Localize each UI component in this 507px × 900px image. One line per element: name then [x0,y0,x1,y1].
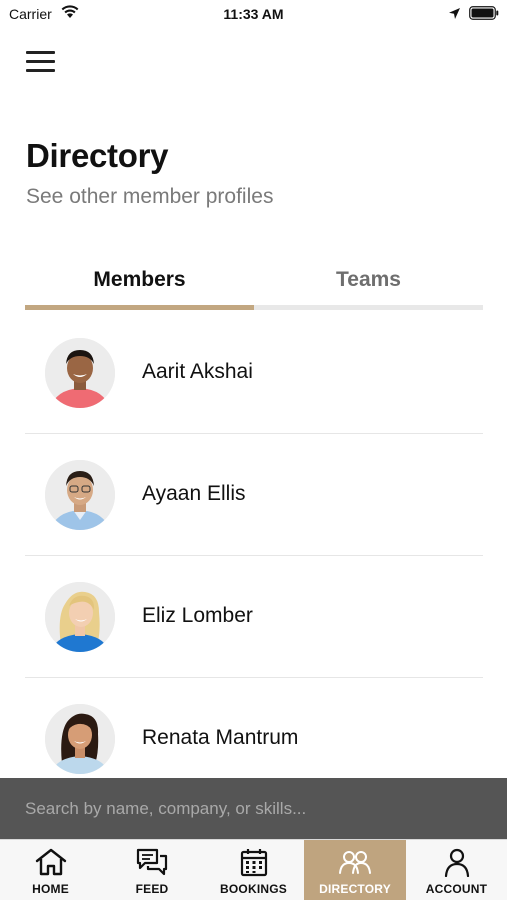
tab-bar-feed[interactable]: FEED [101,840,203,900]
status-time: 11:33 AM [223,6,284,22]
tab-bar-bookings[interactable]: BOOKINGS [203,840,304,900]
tab-bar-label: BOOKINGS [220,882,287,896]
member-row[interactable]: Aarit Akshai [25,312,483,434]
member-list: Aarit Akshai Ayaan Ellis Eliz Lomber Ren… [25,312,483,800]
menu-bar [26,51,55,54]
people-icon [339,851,371,874]
tab-bar-label: DIRECTORY [319,882,391,896]
tab-bar-label: FEED [135,882,169,896]
menu-bar [26,69,55,72]
avatar [45,460,115,530]
avatar [45,582,115,652]
calendar-icon [240,849,267,877]
search-input[interactable] [25,796,485,822]
member-row[interactable]: Ayaan Ellis [25,434,483,556]
tab-underline-active [25,305,254,310]
status-bar: Carrier 11:33 AM [0,0,507,28]
tab-bar-account[interactable]: ACCOUNT [406,840,507,900]
avatar [45,338,115,408]
tab-bar-label: ACCOUNT [425,882,488,896]
tab-bar-home[interactable]: HOME [0,840,101,900]
menu-icon[interactable] [26,49,56,75]
menu-bar [26,60,55,63]
member-row[interactable]: Eliz Lomber [25,556,483,678]
member-name: Aarit Akshai [142,360,253,383]
member-name: Ayaan Ellis [142,482,246,505]
tab-bar-label: HOME [32,882,69,896]
battery-icon [469,6,499,20]
search-bar [0,778,507,839]
member-name: Renata Mantrum [142,726,299,749]
home-icon [35,848,66,876]
directory-screen: Carrier 11:33 AM Directory See other mem… [0,0,507,900]
page-title: Directory [26,137,169,174]
tab-label: Teams [336,268,401,291]
feed-icon [136,848,168,876]
bottom-tab-bar: HOME FEED BOOKINGS DIRECTORY ACCOUNT [0,839,507,900]
person-icon [444,848,469,877]
member-name: Eliz Lomber [142,604,253,627]
avatar [45,704,115,774]
tab-bar-directory[interactable]: DIRECTORY [304,840,406,900]
tab-label: Members [93,268,186,291]
location-icon [449,8,460,19]
page-subtitle: See other member profiles [26,185,274,208]
